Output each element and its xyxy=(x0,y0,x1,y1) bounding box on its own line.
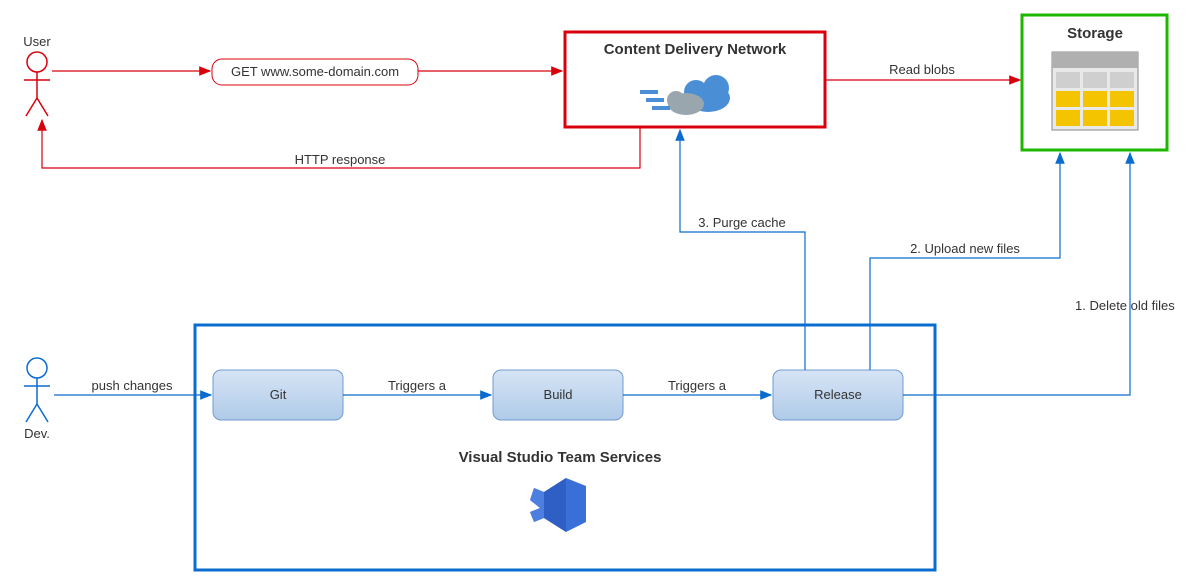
build-label: Build xyxy=(544,387,573,402)
user-label: User xyxy=(23,34,51,49)
cdn-title: Content Delivery Network xyxy=(604,41,787,58)
cdn-box: Content Delivery Network xyxy=(565,32,825,127)
arrow-delete-old xyxy=(903,153,1130,395)
storage-table-icon xyxy=(1052,52,1138,130)
triggers2-label: Triggers a xyxy=(668,378,727,393)
vsts-container xyxy=(195,325,935,570)
user-actor: User xyxy=(23,34,51,116)
push-changes-label: push changes xyxy=(92,378,173,393)
storage-title: Storage xyxy=(1067,25,1123,42)
storage-box: Storage xyxy=(1022,15,1167,150)
dev-label: Dev. xyxy=(24,426,50,441)
release-label: Release xyxy=(814,387,862,402)
vsts-logo-icon xyxy=(530,478,586,532)
request-label: GET www.some-domain.com xyxy=(231,64,399,79)
arrow-purge-cache xyxy=(680,130,805,370)
request-pill: GET www.some-domain.com xyxy=(212,59,418,85)
delete-old-label: 1. Delete old files xyxy=(1075,298,1175,313)
purge-cache-label: 3. Purge cache xyxy=(698,215,785,230)
dev-actor: Dev. xyxy=(24,358,50,441)
arrow-upload-new xyxy=(870,153,1060,370)
upload-new-label: 2. Upload new files xyxy=(910,241,1020,256)
vsts-title: Visual Studio Team Services xyxy=(459,449,662,466)
git-label: Git xyxy=(270,387,287,402)
triggers1-label: Triggers a xyxy=(388,378,447,393)
read-blobs-label: Read blobs xyxy=(889,62,955,77)
http-response-label: HTTP response xyxy=(295,152,386,167)
